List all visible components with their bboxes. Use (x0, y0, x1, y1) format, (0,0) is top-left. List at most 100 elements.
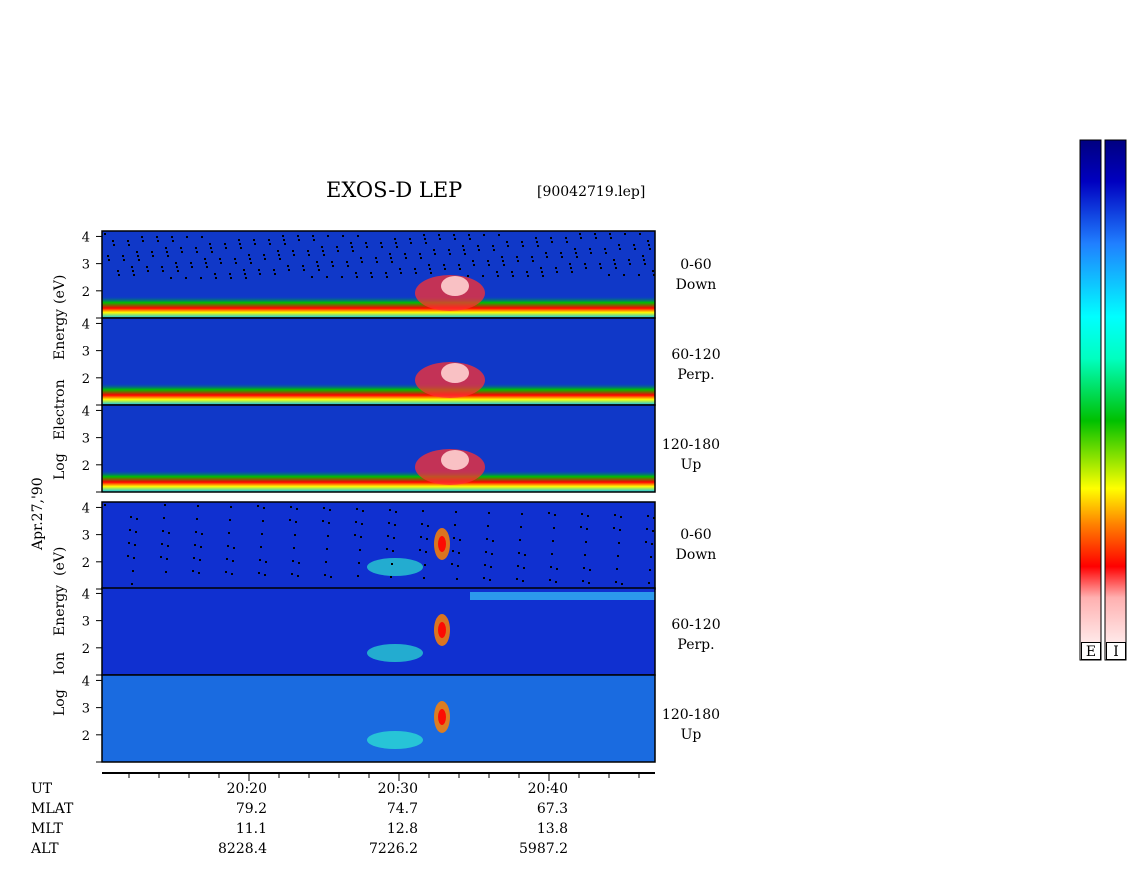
noise-dot (548, 512, 550, 514)
noise-dot (580, 237, 582, 239)
panel-background (102, 588, 655, 675)
noise-dot (652, 270, 654, 272)
noise-dot (142, 240, 144, 242)
noise-dot (391, 563, 393, 565)
noise-dot (131, 583, 133, 585)
noise-dot (393, 537, 395, 539)
noise-dot (277, 250, 279, 252)
noise-dot (191, 266, 193, 268)
noise-dot (172, 240, 174, 242)
ion-ylabel-log: Log (52, 689, 68, 716)
noise-dot (501, 256, 503, 258)
noise-dot (429, 268, 431, 270)
y-tick-label: 4 (82, 674, 90, 689)
noise-dot (220, 262, 222, 264)
y-tick-label: 2 (82, 285, 90, 300)
noise-dot (135, 531, 137, 533)
noise-dot (316, 261, 318, 263)
noise-dot (553, 527, 555, 529)
noise-dot (521, 513, 523, 515)
electron-ylabel-energy: Energy (52, 308, 68, 360)
noise-dot (166, 251, 168, 253)
noise-dot (128, 244, 130, 246)
noise-dot (253, 239, 255, 241)
noise-dot (624, 233, 626, 235)
noise-dot (130, 516, 132, 518)
ion-feature (367, 644, 423, 662)
noise-dot (282, 235, 284, 237)
spectrogram-panel-1: 4 3 2 (82, 230, 656, 319)
noise-dot (439, 238, 441, 240)
noise-dot (175, 262, 177, 264)
noise-dot (167, 545, 169, 547)
noise-dot (642, 255, 644, 257)
noise-dot (170, 277, 172, 279)
colorbar-label-e: E (1081, 642, 1101, 660)
noise-dot (165, 247, 167, 249)
colorbar-label-i: I (1106, 642, 1126, 660)
noise-dot (645, 541, 647, 543)
noise-dot (356, 276, 358, 278)
noise-dot (646, 528, 648, 530)
mlat-3: 67.3 (536, 801, 568, 817)
noise-dot (352, 250, 354, 252)
noise-dot (214, 273, 216, 275)
noise-dot (264, 574, 266, 576)
noise-dot (617, 555, 619, 557)
noise-dot (146, 266, 148, 268)
noise-dot (420, 536, 422, 538)
noise-dot (371, 276, 373, 278)
noise-dot (180, 247, 182, 249)
noise-dot (350, 242, 352, 244)
y-tick-label: 3 (82, 258, 90, 273)
mlt-1: 11.1 (235, 821, 267, 837)
noise-dot (545, 252, 547, 254)
noise-dot (546, 256, 548, 258)
noise-dot (321, 246, 323, 248)
noise-dot (613, 527, 615, 529)
noise-dot (227, 545, 229, 547)
noise-dot (226, 558, 228, 560)
noise-dot (517, 565, 519, 567)
noise-dot (331, 261, 333, 263)
noise-dot (472, 260, 474, 262)
noise-dot (161, 266, 163, 268)
noise-dot (634, 248, 636, 250)
noise-dot (590, 252, 592, 254)
noise-dot (614, 514, 616, 516)
noise-dot (566, 241, 568, 243)
noise-dot (583, 567, 585, 569)
noise-dot (424, 238, 426, 240)
noise-dot (570, 267, 572, 269)
noise-dot (520, 526, 522, 528)
noise-dot (354, 534, 356, 536)
noise-dot (430, 272, 432, 274)
noise-dot (238, 239, 240, 241)
noise-dot (168, 532, 170, 534)
noise-dot (396, 246, 398, 248)
noise-dot (550, 566, 552, 568)
noise-dot (341, 276, 343, 278)
noise-dot (614, 263, 616, 265)
noise-dot (464, 253, 466, 255)
noise-dot (376, 261, 378, 263)
panel-label-e1: 0-60 Down (675, 257, 717, 293)
noise-dot (181, 251, 183, 253)
noise-dot (152, 255, 154, 257)
noise-dot (423, 234, 425, 236)
noise-dot (166, 558, 168, 560)
electron-ylabel-log: Log (52, 453, 68, 480)
noise-dot (506, 241, 508, 243)
noise-dot (288, 269, 290, 271)
noise-dot (643, 259, 645, 261)
noise-dot (303, 269, 305, 271)
noise-dot (386, 548, 388, 550)
noise-dot (361, 523, 363, 525)
noise-dot (194, 544, 196, 546)
noise-dot (167, 255, 169, 257)
noise-dot (133, 557, 135, 559)
noise-dot (648, 582, 650, 584)
noise-dot (157, 240, 159, 242)
noise-dot (457, 565, 459, 567)
noise-dot (190, 262, 192, 264)
